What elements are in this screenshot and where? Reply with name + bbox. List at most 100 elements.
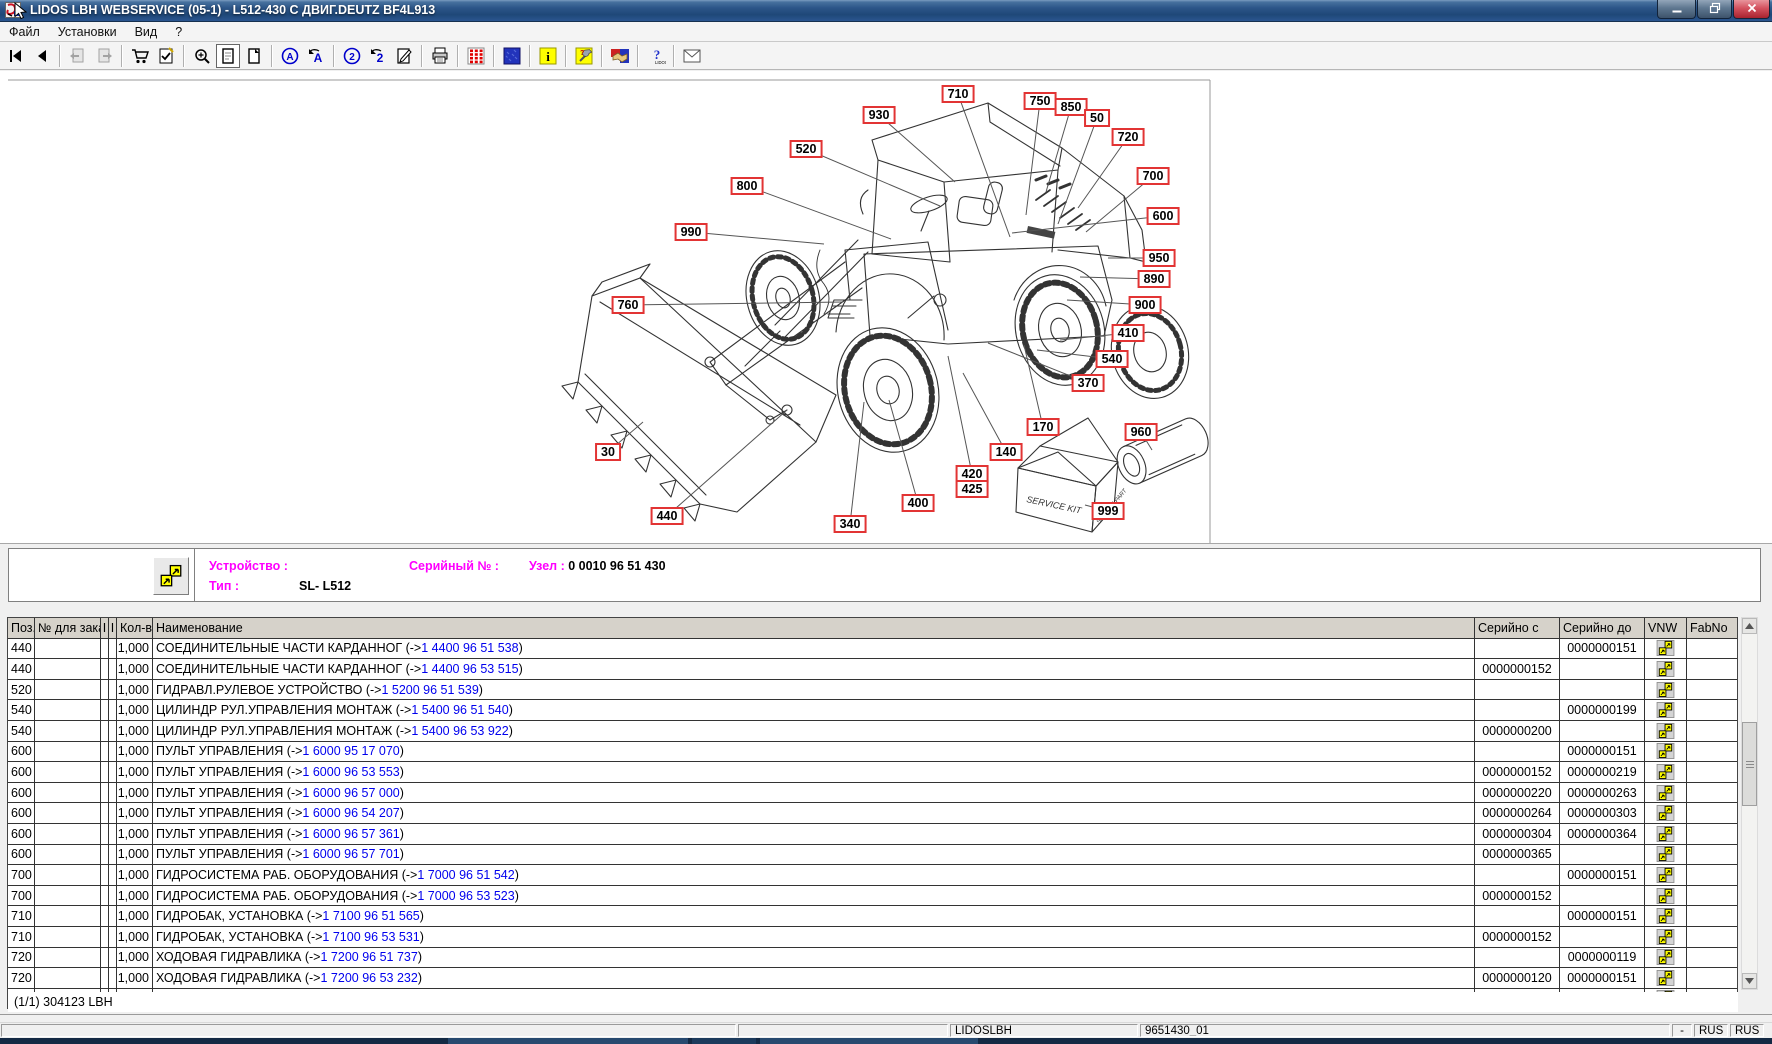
part-link[interactable]: 1 7000 96 53 523 (417, 889, 514, 903)
menu-item-2[interactable]: Установки (49, 25, 126, 39)
print-button[interactable] (428, 44, 452, 68)
part-link[interactable]: 1 5400 96 51 540 (411, 703, 508, 717)
callout-400[interactable]: 400 (902, 494, 935, 512)
callout-700[interactable]: 700 (1137, 167, 1170, 185)
part-link[interactable]: 1 5200 96 51 539 (381, 683, 478, 697)
callout-750[interactable]: 750 (1024, 92, 1057, 110)
expand-button[interactable] (153, 557, 189, 595)
part-link[interactable]: 1 6000 96 57 701 (302, 847, 399, 861)
vnw-button[interactable] (1655, 888, 1676, 904)
part-link[interactable]: 1 6000 95 17 070 (302, 744, 399, 758)
page-copy-button[interactable] (242, 44, 266, 68)
part-link[interactable]: 1 7200 96 51 737 (320, 950, 417, 964)
column-header-10[interactable]: FabNo (1687, 618, 1737, 638)
table-row[interactable]: 6001,000ПУЛЬТ УПРАВЛЕНИЯ (->1 6000 96 54… (8, 803, 1737, 824)
column-header-6[interactable]: Наименование (153, 618, 1475, 638)
table-row[interactable]: 6001,000ПУЛЬТ УПРАВЛЕНИЯ (->1 6000 96 57… (8, 824, 1737, 845)
table-row[interactable]: 5201,000ГИДРАВЛ.РУЛЕВОЕ УСТРОЙСТВО (->1 … (8, 680, 1737, 701)
search-a-button[interactable]: A (278, 44, 302, 68)
scroll-down-button[interactable] (1742, 973, 1757, 989)
info-button[interactable]: i (536, 44, 560, 68)
vnw-button[interactable] (1655, 640, 1676, 656)
first-record-button[interactable] (4, 44, 28, 68)
vnw-button[interactable] (1655, 785, 1676, 801)
callout-370[interactable]: 370 (1072, 374, 1105, 392)
column-header-3[interactable]: I (101, 618, 109, 638)
vnw-button[interactable] (1655, 743, 1676, 759)
vnw-button[interactable] (1655, 929, 1676, 945)
menu-item-4[interactable]: ? (166, 25, 191, 39)
menu-item-1[interactable]: Файл (0, 25, 49, 39)
callout-950[interactable]: 950 (1143, 249, 1176, 267)
part-link[interactable]: 1 6000 96 57 361 (302, 827, 399, 841)
column-header-1[interactable]: Поз. (8, 618, 35, 638)
callout-930[interactable]: 930 (863, 106, 896, 124)
shopping-cart-button[interactable] (128, 44, 152, 68)
scroll-up-button[interactable] (1742, 618, 1757, 634)
table-row[interactable]: 7001,000ГИДРОСИСТЕМА РАБ. ОБОРУДОВАНИЯ (… (8, 886, 1737, 907)
callout-425[interactable]: 425 (956, 480, 989, 498)
page-view-button[interactable] (216, 44, 240, 68)
menu-item-3[interactable]: Вид (126, 25, 167, 39)
vnw-button[interactable] (1655, 846, 1676, 862)
table-row[interactable]: 4401,000СОЕДИНИТЕЛЬНЫЕ ЧАСТИ КАРДАННОГ (… (8, 659, 1737, 680)
callout-30[interactable]: 30 (595, 443, 621, 461)
table-row[interactable]: 6001,000ПУЛЬТ УПРАВЛЕНИЯ (->1 6000 95 17… (8, 742, 1737, 763)
table-row[interactable]: 7201,000ХОДОВАЯ ГИДРАВЛИКА (->1 7200 96 … (8, 968, 1737, 989)
callout-520[interactable]: 520 (790, 140, 823, 158)
edit-note-button[interactable] (392, 44, 416, 68)
table-row[interactable]: 5401,000ЦИЛИНДР РУЛ.УПРАВЛЕНИЯ МОНТАЖ (-… (8, 721, 1737, 742)
table-row[interactable]: 4401,000СОЕДИНИТЕЛЬНЫЕ ЧАСТИ КАРДАННОГ (… (8, 639, 1737, 660)
part-link[interactable]: 1 7100 96 51 565 (322, 909, 419, 923)
restore-button[interactable] (1697, 0, 1732, 19)
vnw-button[interactable] (1655, 826, 1676, 842)
callout-900[interactable]: 900 (1129, 296, 1162, 314)
partner-button[interactable] (608, 44, 632, 68)
part-link[interactable]: 1 6000 96 54 207 (302, 806, 399, 820)
callout-600[interactable]: 600 (1147, 207, 1180, 225)
image-view-button[interactable] (500, 44, 524, 68)
search-2-button[interactable]: 2 (340, 44, 364, 68)
parts-table-button[interactable] (464, 44, 488, 68)
callout-850[interactable]: 850 (1055, 98, 1088, 116)
part-link[interactable]: 1 6000 96 53 553 (302, 765, 399, 779)
title-bar[interactable]: LIDOS LBH WEBSERVICE (05-1) - L512-430 С… (0, 0, 1772, 22)
scroll-thumb[interactable] (1742, 722, 1757, 806)
column-header-8[interactable]: Серийно до (1560, 618, 1645, 638)
vnw-button[interactable] (1655, 661, 1676, 677)
table-row[interactable]: 6001,000ПУЛЬТ УПРАВЛЕНИЯ (->1 6000 96 57… (8, 845, 1737, 866)
column-header-7[interactable]: Серийно с (1475, 618, 1560, 638)
part-link[interactable]: 1 7000 96 51 542 (417, 868, 514, 882)
callout-170[interactable]: 170 (1027, 418, 1060, 436)
table-row[interactable]: 7201,000ХОДОВАЯ ГИДРАВЛИКА (->1 7200 96 … (8, 948, 1737, 969)
vnw-button[interactable] (1655, 867, 1676, 883)
vnw-button[interactable] (1655, 723, 1676, 739)
vnw-button[interactable] (1655, 764, 1676, 780)
column-header-2[interactable]: № для заказа (35, 618, 101, 638)
callout-140[interactable]: 140 (990, 443, 1023, 461)
table-row[interactable]: 5401,000ЦИЛИНДР РУЛ.УПРАВЛЕНИЯ МОНТАЖ (-… (8, 700, 1737, 721)
part-link[interactable]: 1 4400 96 51 538 (421, 641, 518, 655)
service-button[interactable]: ? (572, 44, 596, 68)
callout-760[interactable]: 760 (612, 296, 645, 314)
callout-990[interactable]: 990 (675, 223, 708, 241)
column-header-5[interactable]: Кол-во (117, 618, 153, 638)
zoom-button[interactable] (190, 44, 214, 68)
table-row[interactable]: 7101,000ГИДРОБАК, УСТАНОВКА (->1 7100 96… (8, 927, 1737, 948)
part-link[interactable]: 1 7100 96 53 531 (322, 930, 419, 944)
callout-50[interactable]: 50 (1084, 109, 1110, 127)
vnw-button[interactable] (1655, 908, 1676, 924)
table-row[interactable]: 6001,000ПУЛЬТ УПРАВЛЕНИЯ (->1 6000 96 57… (8, 783, 1737, 804)
table-row[interactable]: 7101,000ГИДРОБАК, УСТАНОВКА (->1 7100 96… (8, 906, 1737, 927)
callout-999[interactable]: 999 (1092, 502, 1125, 520)
prev-record-button[interactable] (30, 44, 54, 68)
part-link[interactable]: 1 4400 96 53 515 (421, 662, 518, 676)
part-link[interactable]: 1 6000 96 57 000 (302, 786, 399, 800)
callout-720[interactable]: 720 (1112, 128, 1145, 146)
part-link[interactable]: 1 5400 96 53 922 (411, 724, 508, 738)
callout-960[interactable]: 960 (1125, 423, 1158, 441)
vnw-button[interactable] (1655, 970, 1676, 986)
order-list-button[interactable] (154, 44, 178, 68)
callout-890[interactable]: 890 (1138, 270, 1171, 288)
vnw-button[interactable] (1655, 682, 1676, 698)
